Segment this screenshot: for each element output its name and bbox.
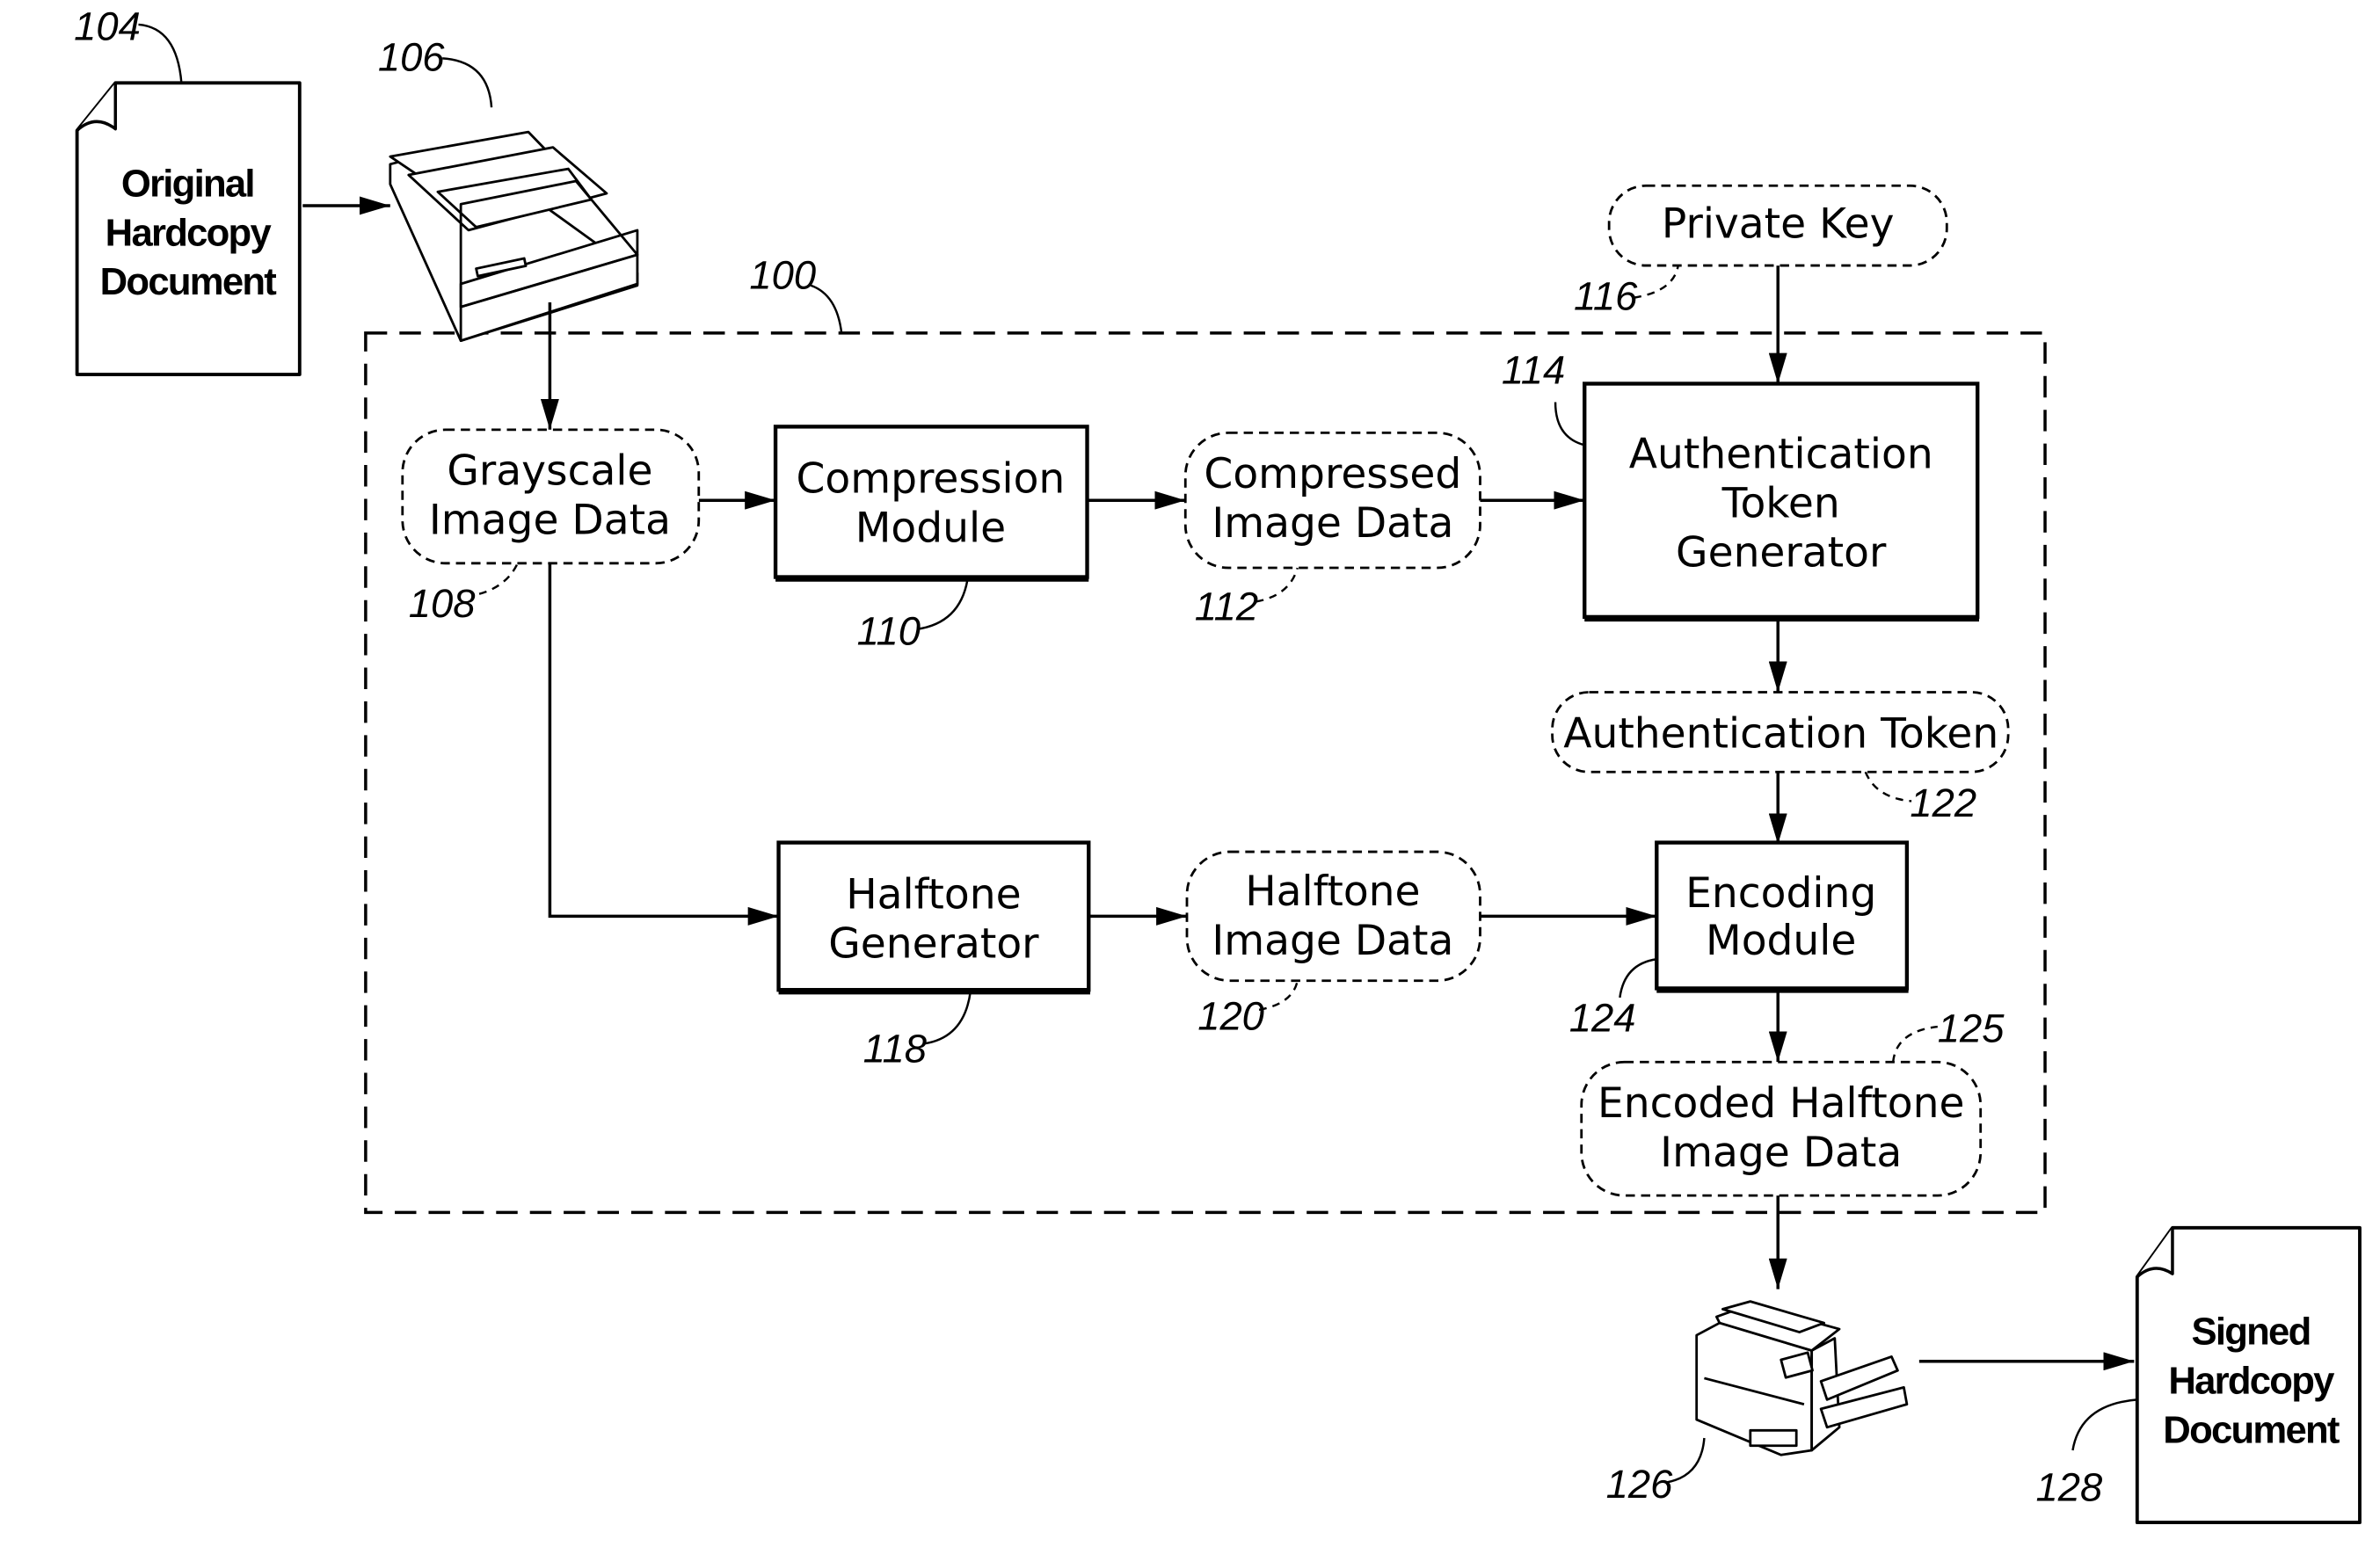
node-line: Encoded Halftone xyxy=(1598,1079,1965,1128)
ref-128: 128 xyxy=(2036,1465,2103,1510)
ref-126: 126 xyxy=(1606,1462,1673,1507)
node-encoding-module[interactable]: Encoding Module xyxy=(1655,840,1910,993)
node-line: Image Data xyxy=(1212,499,1453,548)
doc-line: Signed xyxy=(2192,1311,2311,1354)
node-line: Private Key xyxy=(1662,200,1895,249)
node-line: Image Data xyxy=(429,497,671,545)
scanner-icon xyxy=(389,130,639,343)
ref-122: 122 xyxy=(1910,781,1976,825)
node-line: Module xyxy=(855,504,1006,552)
ref-106: 106 xyxy=(378,34,445,79)
doc-line: Original xyxy=(121,162,254,205)
ref-100: 100 xyxy=(749,252,816,297)
leader-104 xyxy=(138,23,183,84)
node-line: Image Data xyxy=(1660,1129,1902,1177)
ref-110: 110 xyxy=(857,608,921,653)
node-line: Halftone xyxy=(846,871,1021,919)
leader-125 xyxy=(1891,1025,1938,1063)
leader-120 xyxy=(1258,980,1299,1012)
doc-line: Hardcopy xyxy=(106,211,273,254)
leader-118 xyxy=(924,991,972,1045)
node-line: Compression xyxy=(797,454,1066,503)
node-halftone-image-data[interactable]: Halftone Image Data xyxy=(1185,850,1481,983)
node-compression-module[interactable]: Compression Module xyxy=(773,425,1089,582)
original-document: Original Hardcopy Document xyxy=(75,81,302,376)
leader-122 xyxy=(1864,771,1912,803)
node-encoded-halftone-image-data[interactable]: Encoded Halftone Image Data xyxy=(1580,1060,1983,1197)
node-halftone-generator[interactable]: Halftone Generator xyxy=(776,840,1091,995)
doc-line: Document xyxy=(2163,1408,2340,1451)
leader-106 xyxy=(442,57,493,108)
node-grayscale-image-data[interactable]: Grayscale Image Data xyxy=(401,428,701,565)
leader-114 xyxy=(1554,402,1585,447)
node-line: Authentication xyxy=(1629,431,1933,479)
signed-document: Signed Hardcopy Document xyxy=(2135,1225,2362,1524)
ref-114: 114 xyxy=(1502,348,1565,393)
ref-124: 124 xyxy=(1569,995,1636,1040)
ref-104: 104 xyxy=(74,4,141,48)
ref-120: 120 xyxy=(1197,994,1264,1039)
leader-116 xyxy=(1633,265,1679,299)
authentication-system-diagram: 100 Original Hardcopy Document 104 106 G… xyxy=(74,4,2362,1524)
leader-112 xyxy=(1256,567,1299,603)
node-authentication-token[interactable]: Authentication Token xyxy=(1551,691,2010,774)
node-line: Compressed xyxy=(1204,450,1461,498)
ref-108: 108 xyxy=(409,581,476,626)
node-compressed-image-data[interactable]: Compressed Image Data xyxy=(1183,431,1481,570)
node-line: Grayscale xyxy=(447,447,652,496)
node-line: Generator xyxy=(828,920,1039,969)
leader-110 xyxy=(916,579,969,631)
leader-124 xyxy=(1619,958,1657,999)
node-line: Halftone xyxy=(1245,868,1420,916)
ref-112: 112 xyxy=(1195,584,1258,628)
edge-grayscale-halftonegen xyxy=(548,563,779,926)
printer-icon xyxy=(1695,1300,1909,1456)
node-line: Encoding xyxy=(1685,869,1876,918)
node-line: Generator xyxy=(1676,528,1887,577)
node-line: Image Data xyxy=(1212,917,1453,965)
doc-line: Hardcopy xyxy=(2168,1359,2335,1402)
node-line: Token xyxy=(1721,479,1840,527)
node-authentication-token-generator[interactable]: Authentication Token Generator xyxy=(1583,381,1980,622)
ref-116: 116 xyxy=(1574,274,1638,319)
node-line: Authentication Token xyxy=(1563,709,1998,758)
node-line: Module xyxy=(1706,917,1856,965)
doc-line: Document xyxy=(100,260,277,303)
leader-128 xyxy=(2071,1398,2137,1451)
ref-118: 118 xyxy=(863,1026,927,1071)
ref-125: 125 xyxy=(1938,1006,2005,1051)
node-private-key[interactable]: Private Key xyxy=(1607,184,1948,267)
leader-108 xyxy=(478,563,519,595)
